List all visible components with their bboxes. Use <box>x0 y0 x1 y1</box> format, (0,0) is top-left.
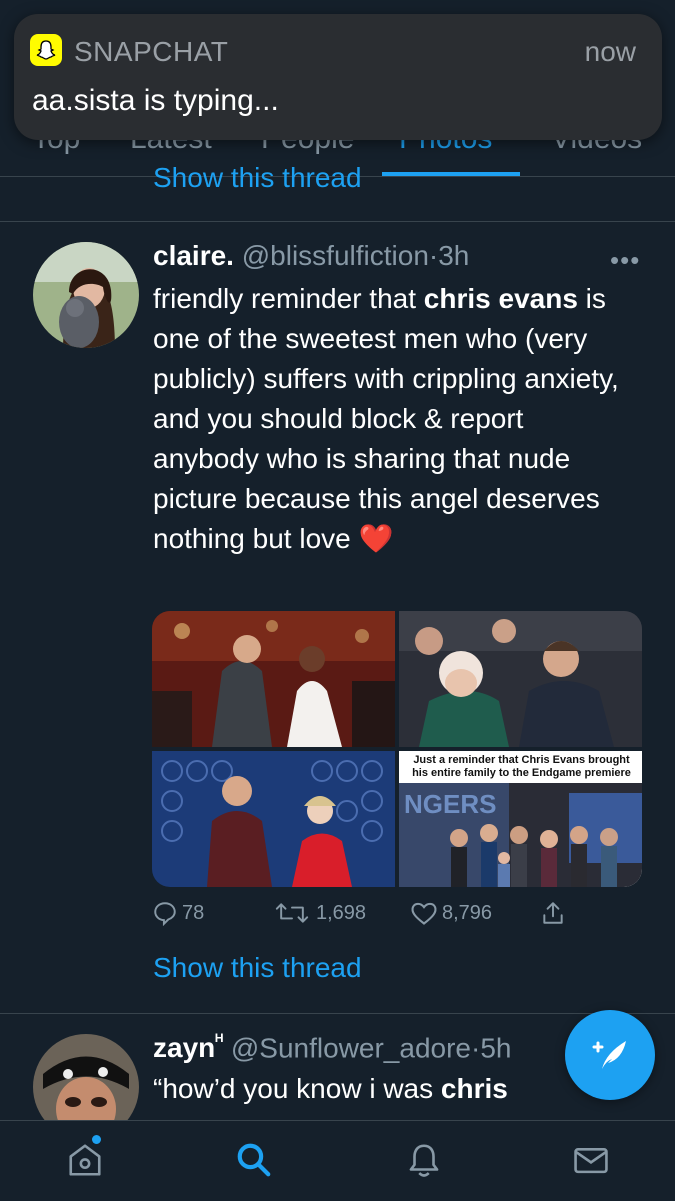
mail-icon[interactable] <box>572 1141 610 1184</box>
photo-4-caption-line-1: Just a reminder that Chris Evans brought <box>413 754 630 766</box>
author-handle[interactable]: @blissfulfiction <box>242 240 429 271</box>
photo-4[interactable]: Just a reminder that Chris Evans brought… <box>399 751 642 887</box>
tweet-actions: 78 1,698 8,796 <box>152 900 632 936</box>
separator-dot: · <box>428 240 439 271</box>
reply-count: 78 <box>182 901 205 924</box>
share-button[interactable] <box>540 900 570 926</box>
photo-4-caption-line-2: his entire family to the Endgame premier… <box>412 767 631 779</box>
tweet-time: 3h <box>438 240 470 271</box>
tweet-text: friendly reminder that chris evans is on… <box>153 279 633 559</box>
like-count: 8,796 <box>442 901 493 924</box>
separator-dot: · <box>471 1032 481 1064</box>
tweet-divider <box>0 1013 675 1014</box>
share-icon <box>543 902 563 924</box>
photo-3[interactable] <box>152 751 395 887</box>
bottom-navigation <box>0 1120 675 1201</box>
tweet-text-highlight: chris evans <box>423 283 578 314</box>
author-handle[interactable]: @Sunflower_adore <box>231 1032 471 1063</box>
author-name-text: zayn <box>153 1032 216 1064</box>
bell-icon[interactable] <box>405 1141 443 1184</box>
tweet-text-highlight: chris <box>440 1073 508 1104</box>
tweet-time: 5h <box>480 1032 512 1064</box>
notification-app-name: SNAPCHAT <box>74 36 229 67</box>
author-name-suffix: ᴴ <box>215 1031 224 1051</box>
retweet-button[interactable]: 1,698 <box>272 900 366 926</box>
tweet-header: claire. @blissfulfiction·3h <box>153 240 469 272</box>
home-icon[interactable] <box>66 1141 104 1184</box>
snapchat-notification[interactable]: SNAPCHAT now aa.sista is typing... <box>14 14 662 140</box>
svg-text:NGERS: NGERS <box>404 789 496 819</box>
like-button[interactable]: 8,796 <box>410 900 492 926</box>
search-icon[interactable] <box>235 1141 273 1184</box>
tweet-text-part-1: “how’d you know i was <box>153 1073 441 1104</box>
tweet-text: “how’d you know i was chris <box>153 1069 633 1109</box>
reply-icon <box>154 902 176 926</box>
tweet-media-grid[interactable]: Just a reminder that Chris Evans brought… <box>152 611 642 887</box>
retweet-count: 1,698 <box>316 901 367 924</box>
new-content-dot <box>92 1135 101 1144</box>
compose-tweet-button[interactable] <box>565 1010 655 1100</box>
show-thread-link[interactable]: Show this thread <box>153 952 362 984</box>
author-name[interactable]: claire. <box>153 240 234 271</box>
tweet-text-part-1: friendly reminder that <box>153 283 424 314</box>
show-thread-link-previous[interactable]: Show this thread <box>153 162 362 192</box>
heart-icon <box>411 902 437 925</box>
notification-message: aa.sista is typing... <box>32 84 279 117</box>
photo-1[interactable] <box>152 611 395 747</box>
avatar[interactable] <box>33 242 139 348</box>
heart-emoji: ❤️ <box>358 523 394 554</box>
more-horizontal-icon[interactable]: ••• <box>610 245 640 276</box>
retweet-icon <box>275 903 309 923</box>
tweet-divider <box>0 221 675 222</box>
notification-time: now <box>584 36 636 67</box>
snapchat-ghost-icon <box>30 34 62 66</box>
photo-4-caption: Just a reminder that Chris Evans brought… <box>409 754 634 780</box>
tweet-text-part-2: is one of the sweetest men who (very pub… <box>153 283 619 554</box>
author-name[interactable]: zaynᴴ <box>153 1031 224 1064</box>
photo-2[interactable] <box>399 611 642 747</box>
tweet-header: zaynᴴ @Sunflower_adore·5h <box>153 1031 511 1064</box>
compose-tweet-icon <box>592 1041 626 1069</box>
reply-button[interactable]: 78 <box>152 900 204 926</box>
active-tab-indicator <box>382 172 520 176</box>
